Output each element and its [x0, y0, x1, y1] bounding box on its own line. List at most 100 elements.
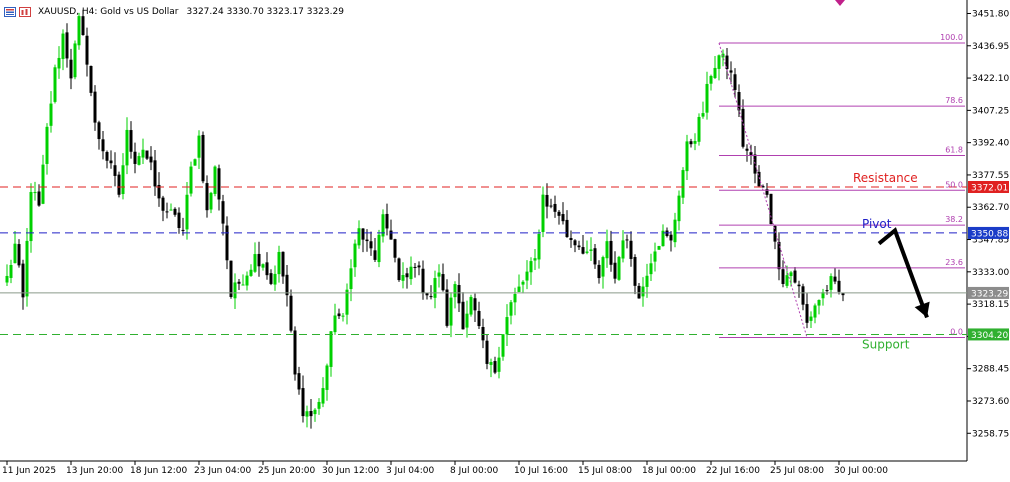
candle-body	[329, 331, 333, 367]
candle-body	[493, 361, 497, 373]
candle-body	[713, 67, 717, 78]
candle-body	[617, 256, 621, 280]
candle-body	[405, 273, 409, 278]
candle-body	[697, 116, 701, 142]
candle-body	[129, 130, 133, 152]
candle-body	[61, 33, 65, 59]
forecast-arrow[interactable]	[877, 227, 929, 319]
time-tick-label: 30 Jun 12:00	[322, 466, 379, 476]
candle-body	[717, 55, 721, 69]
candle-body	[345, 289, 349, 315]
candle-body	[677, 195, 681, 222]
candle-body	[777, 241, 781, 270]
candle-body	[609, 240, 613, 265]
candle-body	[681, 170, 685, 198]
candle-body	[537, 233, 541, 260]
time-tick-label: 22 Jul 16:00	[706, 466, 760, 476]
candle-body	[441, 274, 445, 291]
candle-body	[9, 265, 13, 278]
candle-body	[225, 225, 229, 261]
fib-level-label: 61.8	[945, 145, 963, 154]
candle-body	[241, 284, 245, 286]
ohlc-values: 3327.24 3330.70 3323.17 3323.29	[186, 7, 344, 17]
candle-body	[501, 334, 505, 357]
time-tick-label: 11 Jun 2025	[2, 466, 56, 476]
candle-body	[233, 282, 237, 299]
candle-body	[561, 214, 565, 222]
candle-body	[477, 310, 481, 327]
candle-body	[473, 298, 477, 311]
candle-body	[673, 219, 677, 243]
candle-body	[641, 286, 645, 297]
chart-window[interactable]: 3451.80 3436.95 3422.10 3407.25 3392.40 3377.…	[0, 0, 1010, 482]
candle-body	[753, 154, 757, 174]
candle-body	[145, 150, 149, 159]
price-tick-label: 3273.60	[972, 397, 1009, 407]
candle-body	[121, 165, 125, 195]
candle-body	[185, 194, 189, 230]
candle-body	[237, 281, 241, 284]
time-tick-label: 30 Jul 00:00	[834, 466, 888, 476]
time-tick-label: 3 Jul 04:00	[386, 466, 435, 476]
candle-body	[705, 83, 709, 113]
candle-body	[201, 134, 205, 182]
fib-level-label: 100.0	[940, 33, 963, 42]
candle-body	[133, 151, 137, 164]
candle-body	[349, 268, 353, 289]
time-tick-label: 18 Jul 00:00	[642, 466, 696, 476]
price-tick-label: 3392.40	[972, 139, 1009, 149]
fib-level-label: 50.0	[945, 180, 963, 189]
candle-body	[69, 59, 73, 79]
chart-list-icon[interactable]	[4, 7, 16, 17]
candle-body	[837, 280, 841, 292]
candle-body	[457, 285, 461, 304]
candle-body	[153, 160, 157, 187]
candle-body	[637, 285, 641, 299]
candle-body	[265, 262, 269, 276]
candle-body	[657, 246, 661, 250]
time-tick-label: 25 Jun 20:00	[258, 466, 315, 476]
candle-body	[689, 141, 693, 145]
candle-body	[577, 245, 581, 248]
candle-body	[625, 239, 629, 241]
candle-body	[553, 203, 557, 212]
candle-body	[17, 244, 21, 266]
candle-body	[629, 240, 633, 259]
candle-body	[633, 257, 637, 286]
fib-level-label: 38.2	[945, 215, 963, 224]
candle-body	[77, 16, 81, 46]
candle-body	[137, 156, 141, 165]
candle-body	[45, 126, 49, 164]
candle-body	[41, 164, 45, 204]
candle-body	[461, 301, 465, 330]
annotation-support: Support	[862, 337, 910, 351]
candle-body	[585, 251, 589, 253]
candle-body	[469, 296, 473, 315]
candle-body	[333, 315, 337, 333]
chart-bars-icon[interactable]	[19, 7, 31, 17]
price-tick-label: 3451.80	[972, 9, 1009, 19]
resistance-price-tag-label: 3372.01	[971, 183, 1008, 193]
candle-body	[209, 192, 213, 210]
candle-body	[581, 247, 585, 254]
candle-body	[497, 357, 501, 372]
candle-body	[85, 35, 89, 65]
price-chart[interactable]: 3451.80 3436.95 3422.10 3407.25 3392.40 3377.…	[0, 0, 1010, 482]
candle-body	[573, 240, 577, 246]
candle-body	[645, 275, 649, 287]
candle-body	[781, 269, 785, 284]
candle-body	[413, 266, 417, 268]
price-tick-label: 3362.70	[972, 203, 1009, 213]
candle-body	[49, 103, 53, 126]
candle-body	[793, 270, 797, 283]
candle-body	[321, 388, 325, 404]
candle-body	[593, 248, 597, 265]
candle-body	[37, 191, 41, 206]
candle-body	[313, 409, 317, 415]
candle-body	[161, 197, 165, 211]
symbol-title: XAUUSD, H4: Gold vs US Dollar	[38, 7, 179, 17]
candle-body	[173, 208, 177, 215]
candle-body	[409, 266, 413, 280]
candle-body	[101, 139, 105, 152]
candle-body	[277, 251, 281, 275]
